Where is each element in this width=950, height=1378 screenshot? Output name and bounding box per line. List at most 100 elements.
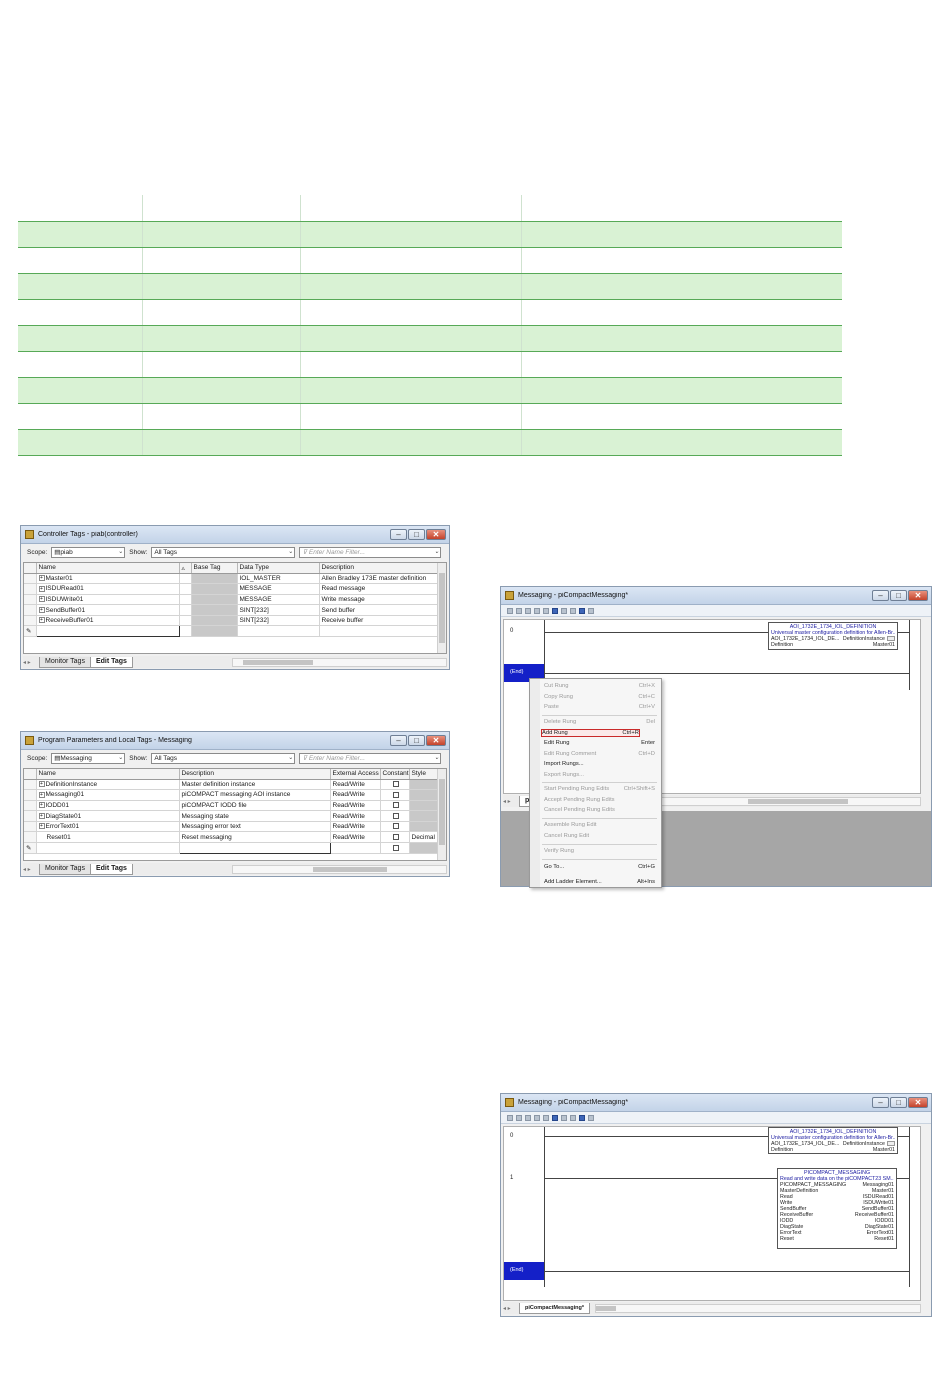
- show-select[interactable]: All Tags ⌄: [151, 546, 296, 558]
- toolbar-icon[interactable]: [507, 607, 513, 614]
- constant-checkbox[interactable]: [392, 791, 399, 798]
- toolbar-icon[interactable]: [579, 607, 585, 614]
- menu-item-assemble-rung-edit[interactable]: Assemble Rung Edit: [544, 822, 655, 828]
- close-button[interactable]: ✕: [908, 1097, 928, 1108]
- tab-monitor-tags[interactable]: Monitor Tags: [39, 656, 91, 668]
- name-filter-input[interactable]: ⊽ Enter Name Filter... ⌄: [299, 752, 442, 764]
- constant-checkbox[interactable]: [392, 802, 399, 809]
- col-constant[interactable]: Constant: [380, 769, 410, 780]
- maximize-button[interactable]: □: [408, 735, 425, 746]
- new-tag-row[interactable]: ✎: [24, 625, 446, 638]
- col-external-access[interactable]: External Access: [330, 769, 381, 780]
- menu-item-cut-rung[interactable]: Cut Rung Ctrl+X: [544, 683, 655, 689]
- close-button[interactable]: ✕: [426, 735, 446, 746]
- toolbar-icon[interactable]: [588, 1114, 594, 1121]
- menu-item-import-rungs[interactable]: Import Rungs...: [544, 761, 655, 767]
- menu-item-export-rungs[interactable]: Export Rungs...: [544, 772, 655, 778]
- tab-routine[interactable]: piCompactMessaging*: [519, 1302, 590, 1314]
- col-data-type[interactable]: Data Type: [237, 563, 320, 574]
- table-row[interactable]: + ISDURead01 MESSAGE Read message: [24, 583, 446, 595]
- close-button[interactable]: ✕: [426, 529, 446, 540]
- menu-item-edit-rung-comment[interactable]: Edit Rung Comment Ctrl+D: [544, 751, 655, 757]
- aoi-messaging-block[interactable]: PICOMPACT_MESSAGING Read and write data …: [777, 1168, 897, 1249]
- menu-item-add-rung[interactable]: Add Rung Ctrl+R: [541, 728, 640, 737]
- menu-item-cancel-rung-edit[interactable]: Cancel Rung Edit: [544, 833, 655, 839]
- minimize-button[interactable]: –: [872, 1097, 889, 1108]
- col-base-tag[interactable]: Base Tag: [191, 563, 238, 574]
- menu-item-go-to[interactable]: Go To... Ctrl+G: [544, 864, 655, 870]
- minimize-button[interactable]: –: [390, 529, 407, 540]
- col-name[interactable]: Name: [36, 563, 180, 574]
- new-tag-row[interactable]: ✎: [24, 842, 446, 854]
- constant-checkbox[interactable]: [392, 812, 399, 819]
- table-row[interactable]: + ReceiveBuffer01 SINT[232] Receive buffer: [24, 615, 446, 627]
- maximize-button[interactable]: □: [408, 529, 425, 540]
- toolbar-icon[interactable]: [525, 1114, 531, 1121]
- horizontal-scrollbar[interactable]: [594, 1303, 921, 1313]
- minimize-button[interactable]: –: [872, 590, 889, 601]
- toolbar-icon[interactable]: [570, 607, 576, 614]
- vertical-scrollbar[interactable]: [920, 620, 921, 793]
- toolbar-icon[interactable]: [543, 1114, 549, 1121]
- table-row[interactable]: + DiagState01 Messaging state Read/Write: [24, 810, 446, 822]
- toolbar-icon[interactable]: [552, 607, 558, 614]
- aoi-definition-block[interactable]: AOI_1732E_1734_IOL_DEFINITION Universal …: [768, 622, 898, 650]
- menu-item-delete-rung[interactable]: Delete Rung Del: [544, 719, 655, 725]
- close-button[interactable]: ✕: [908, 590, 928, 601]
- menu-item-edit-rung[interactable]: Edit Rung Enter: [544, 740, 655, 746]
- aoi-definition-block[interactable]: AOI_1732E_1734_IOL_DEFINITION Universal …: [768, 1127, 898, 1154]
- col-description[interactable]: Description: [319, 563, 446, 574]
- toolbar-icon[interactable]: [516, 1114, 522, 1121]
- constant-checkbox[interactable]: [392, 781, 399, 788]
- end-rung[interactable]: (End): [504, 1262, 544, 1280]
- toolbar-icon[interactable]: [570, 1114, 576, 1121]
- menu-item-add-ladder-element[interactable]: Add Ladder Element... Alt+Ins: [544, 879, 655, 885]
- col-name[interactable]: Name: [36, 769, 180, 780]
- table-row[interactable]: + Messaging01 piCOMPACT messaging AOI inst…: [24, 789, 446, 801]
- constant-checkbox[interactable]: [392, 823, 399, 830]
- toolbar-icon[interactable]: [525, 607, 531, 614]
- show-select[interactable]: All Tags ⌄: [151, 752, 296, 764]
- tab-nav-arrows[interactable]: ◂ ▸: [23, 659, 39, 666]
- toolbar-icon[interactable]: [588, 607, 594, 614]
- toolbar-icon[interactable]: [579, 1114, 585, 1121]
- vertical-scrollbar[interactable]: [920, 1127, 921, 1300]
- toolbar-icon[interactable]: [552, 1114, 558, 1121]
- table-row[interactable]: + ISDUWrite01 MESSAGE Write message: [24, 594, 446, 606]
- toolbar-icon[interactable]: [534, 607, 540, 614]
- toolbar-icon[interactable]: [516, 607, 522, 614]
- maximize-button[interactable]: □: [890, 1097, 907, 1108]
- minimize-button[interactable]: –: [390, 735, 407, 746]
- table-row[interactable]: + DefinitionInstance Master definition ins…: [24, 779, 446, 791]
- horizontal-scrollbar[interactable]: [231, 657, 447, 667]
- constant-checkbox[interactable]: [392, 834, 399, 841]
- col-description[interactable]: Description: [179, 769, 331, 780]
- name-filter-input[interactable]: ⊽ Enter Name Filter... ⌄: [299, 546, 442, 558]
- tab-monitor-tags[interactable]: Monitor Tags: [39, 863, 91, 875]
- tab-nav-arrows[interactable]: ◂ ▸: [23, 866, 39, 873]
- scope-select[interactable]: ▤piab ⌄: [51, 546, 126, 558]
- table-row[interactable]: + IODD01 piCOMPACT IODD file Read/Write: [24, 800, 446, 812]
- vertical-scrollbar[interactable]: [437, 769, 446, 860]
- menu-item-copy-rung[interactable]: Copy Rung Ctrl+C: [544, 694, 655, 700]
- tab-edit-tags[interactable]: Edit Tags: [89, 863, 133, 875]
- toolbar-icon[interactable]: [534, 1114, 540, 1121]
- table-row[interactable]: Reset01 Reset messaging Read/Write Decimal: [24, 831, 446, 844]
- ladder-editor[interactable]: 0 1 AOI_1732E_1734_IOL_DEFINITION Univer…: [503, 1126, 921, 1301]
- horizontal-scrollbar[interactable]: [231, 864, 447, 874]
- table-row[interactable]: + Master01 IOL_MASTER Allen Bradley 173E ma…: [24, 573, 446, 585]
- table-row[interactable]: + SendBuffer01 SINT[232] Send buffer: [24, 604, 446, 616]
- vertical-scrollbar[interactable]: [437, 563, 446, 653]
- toolbar-icon[interactable]: [507, 1114, 513, 1121]
- toolbar-icon[interactable]: [543, 607, 549, 614]
- menu-item-accept-pending-rung-edits[interactable]: Accept Pending Rung Edits: [544, 797, 655, 803]
- menu-item-paste[interactable]: Paste Ctrl+V: [544, 704, 655, 710]
- maximize-button[interactable]: □: [890, 590, 907, 601]
- menu-item-start-pending-rung-edits[interactable]: Start Pending Rung Edits Ctrl+Shift+S: [544, 786, 655, 792]
- toolbar-icon[interactable]: [561, 607, 567, 614]
- table-row[interactable]: + ErrorText01 Messaging error text Read/Wri…: [24, 821, 446, 833]
- scope-select[interactable]: ▤Messaging ⌄: [51, 752, 126, 764]
- menu-item-verify-rung[interactable]: Verify Rung: [544, 848, 655, 854]
- tab-edit-tags[interactable]: Edit Tags: [89, 656, 133, 668]
- menu-item-cancel-pending-rung-edits[interactable]: Cancel Pending Rung Edits: [544, 807, 655, 813]
